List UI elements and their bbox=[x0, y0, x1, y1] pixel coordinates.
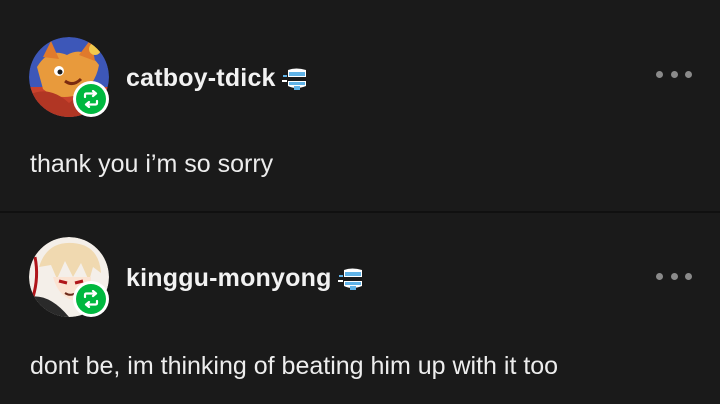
username-row: catboy-tdick bbox=[126, 64, 310, 93]
reply-post: kinggu-monyong dont be, im thinking of b… bbox=[0, 214, 720, 404]
more-options-icon bbox=[656, 272, 663, 280]
username-link[interactable]: catboy-tdick bbox=[126, 64, 276, 93]
username-row: kinggu-monyong bbox=[126, 264, 366, 293]
user-avatar[interactable] bbox=[29, 37, 109, 117]
chattering-teeth-icon bbox=[337, 266, 366, 292]
reblog-icon bbox=[83, 90, 99, 108]
more-options-button[interactable] bbox=[656, 266, 692, 286]
user-avatar[interactable] bbox=[29, 237, 109, 317]
post-body-text: thank you i’m so sorry bbox=[30, 150, 274, 178]
reblog-badge bbox=[73, 281, 109, 317]
post-body-text: dont be, im thinking of beating him up w… bbox=[30, 352, 559, 380]
reblog-badge bbox=[73, 81, 109, 117]
reply-post: catboy-tdick thank you i’m so sorry bbox=[0, 0, 720, 212]
post-divider bbox=[0, 211, 720, 213]
more-options-button[interactable] bbox=[656, 64, 692, 84]
more-options-icon bbox=[656, 70, 663, 78]
chattering-teeth-icon bbox=[281, 66, 310, 92]
username-link[interactable]: kinggu-monyong bbox=[126, 264, 332, 293]
reblog-icon bbox=[83, 290, 99, 308]
